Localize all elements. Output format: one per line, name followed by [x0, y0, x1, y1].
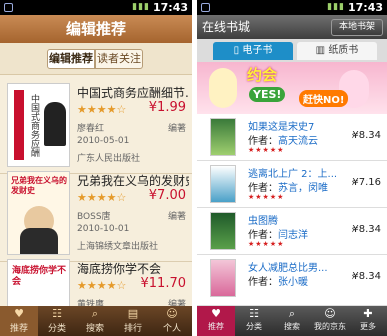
book-title: 中国式商务应酬细节... [77, 86, 189, 100]
search-icon: ⌕ [91, 307, 99, 320]
book-title: 逃离北上广 2：上... [248, 169, 338, 180]
heart-icon: ♥ [14, 307, 24, 320]
book-price: ¥7.16 [352, 177, 381, 188]
person-icon: ☺ [166, 307, 178, 320]
rating-stars: ★★★★★ [248, 146, 285, 154]
tab-bar: ▯ 电子书 ▥ 纸质书 [197, 39, 387, 62]
book-price: ¥8.34 [352, 130, 381, 141]
book-date: 2010-10-01 [77, 224, 130, 234]
nav-category[interactable]: ☷ 分类 [235, 306, 273, 336]
nav-my-jd[interactable]: ☺ 我的京东 [311, 306, 349, 336]
left-phone-screen: ▮▮▮ 17:43 编辑推荐 编辑推荐 读者关注 中国式商务应酬 中国式商务应酬… [0, 0, 192, 336]
book-cover: 中国式商务应酬 [7, 83, 70, 167]
book-cover [210, 118, 236, 156]
banner-line-3: 赶快NO! [299, 90, 349, 107]
list-item[interactable]: 女人减肥总比男... 作者：张小暖 › ¥8.34 [197, 255, 387, 306]
banner-line-1: 约会 [247, 66, 278, 84]
status-bar: ▮▮▮ 17:43 [0, 0, 192, 15]
tab-bar: 编辑推荐 读者关注 [0, 43, 192, 75]
book-author: BOSS唐 [77, 212, 111, 222]
book-title: 女人减肥总比男... [248, 263, 328, 274]
list-item[interactable]: 海底捞你学不会 海底捞你学不会 ★★★★☆ ¥11.70 黄铁鹰 编著 [0, 252, 192, 313]
book-publisher: 广东人民出版社 [77, 154, 141, 164]
rating-stars: ★★★★☆ [77, 191, 127, 204]
book-date: 2010-05-01 [77, 136, 130, 146]
book-price: ¥7.00 [148, 188, 186, 203]
tab-ebook[interactable]: ▯ 电子书 [213, 42, 293, 60]
nav-profile[interactable]: ☺ 个人 [152, 306, 192, 336]
nav-category[interactable]: ☷ 分类 [38, 306, 76, 336]
book-cover: 兄弟我在义乌的发财史 [7, 171, 70, 255]
chart-icon: ▤ [127, 307, 139, 320]
local-shelf-button[interactable]: 本地书架 [331, 19, 383, 36]
list-item[interactable]: 如果这是宋史7 作者：高天流云 ★★★★★ › ¥8.34 [197, 114, 387, 161]
list-item[interactable]: 兄弟我在义乌的发财史 兄弟我在义乌的发财史 ★★★★☆ ¥7.00 BOSS唐 … [0, 164, 192, 262]
heart-icon: ♥ [211, 307, 221, 320]
book-publisher: 上海锦绣文章出版社 [77, 242, 159, 252]
promo-banner[interactable]: 约会 YES! 赶快NO! [197, 62, 387, 114]
book-role: 编著 [167, 212, 186, 222]
book-author: 廖春红 [77, 124, 105, 134]
book-author[interactable]: 张小暖 [278, 277, 308, 288]
signal-icon: ▮▮▮ [132, 2, 150, 12]
tab-reader-picks[interactable]: 读者关注 [95, 49, 143, 69]
status-bar: ▮▮▮ 17:43 [197, 0, 387, 15]
book-price: ¥1.99 [148, 100, 186, 115]
right-phone-screen: ▮▮▮ 17:43 在线书城 本地书架 ▯ 电子书 ▥ 纸质书 约会 YES! … [197, 0, 387, 336]
plus-icon: ✚ [363, 307, 373, 320]
status-time: 17:43 [347, 1, 383, 14]
book-title: 兄弟我在义乌的发财史 [77, 174, 189, 188]
book-cover [210, 165, 236, 203]
signal-icon: ▮▮▮ [327, 2, 345, 12]
nav-recommend[interactable]: ♥ 推荐 [197, 306, 235, 336]
bottom-nav: ♥ 推荐 ☷ 分类 ⌕ 搜索 ☺ 我的京东 ✚ 更多 [197, 306, 387, 336]
book-title: 海底捞你学不会 [77, 262, 162, 276]
book-cover: 海底捞你学不会 [7, 259, 70, 313]
nav-search[interactable]: ⌕ 搜索 [273, 306, 311, 336]
person-icon: ☺ [324, 307, 336, 320]
tab-editor-picks[interactable]: 编辑推荐 [47, 49, 95, 69]
book-title: 如果这是宋史7 [248, 122, 315, 133]
bottom-nav: ♥ 推荐 ☷ 分类 ⌕ 搜索 ▤ 排行 ☺ 个人 [0, 306, 192, 336]
nav-search[interactable]: ⌕ 搜索 [76, 306, 114, 336]
search-icon: ⌕ [288, 307, 296, 320]
book-role: 编著 [167, 124, 186, 134]
list-item[interactable]: 逃离北上广 2：上... 作者：苏言，闵唯 ★★★★★ › ¥7.16 [197, 161, 387, 208]
nav-ranking[interactable]: ▤ 排行 [114, 306, 152, 336]
page-title: 编辑推荐 [0, 15, 192, 43]
grid-icon: ☷ [249, 307, 259, 320]
rating-stars: ★★★★★ [248, 240, 285, 248]
rating-stars: ★★★★★ [248, 193, 285, 201]
nav-more[interactable]: ✚ 更多 [349, 306, 387, 336]
grid-icon: ☷ [52, 307, 62, 320]
book-price: ¥8.34 [352, 224, 381, 235]
rating-stars: ★★★★☆ [77, 103, 127, 116]
book-price: ¥11.70 [140, 276, 187, 291]
book-cover [210, 259, 236, 297]
book-title: 虫图腾 [248, 216, 278, 227]
nav-recommend[interactable]: ♥ 推荐 [0, 306, 38, 336]
book-icon: ▥ [315, 45, 329, 56]
book-cover [210, 212, 236, 250]
rating-stars: ★★★★☆ [77, 279, 127, 292]
notification-icon [4, 3, 13, 12]
banner-line-2: YES! [249, 87, 286, 102]
tab-paper-book[interactable]: ▥ 纸质书 [297, 42, 377, 60]
list-item[interactable]: 虫图腾 作者：闫志洋 ★★★★★ › ¥8.34 [197, 208, 387, 255]
notification-icon [201, 3, 210, 12]
book-price: ¥8.34 [352, 271, 381, 282]
list-item[interactable]: 中国式商务应酬 中国式商务应酬细节... ★★★★☆ ¥1.99 廖春红 编著 … [0, 76, 192, 174]
status-time: 17:43 [152, 1, 188, 14]
book-author[interactable]: 苏言，闵唯 [278, 183, 328, 194]
